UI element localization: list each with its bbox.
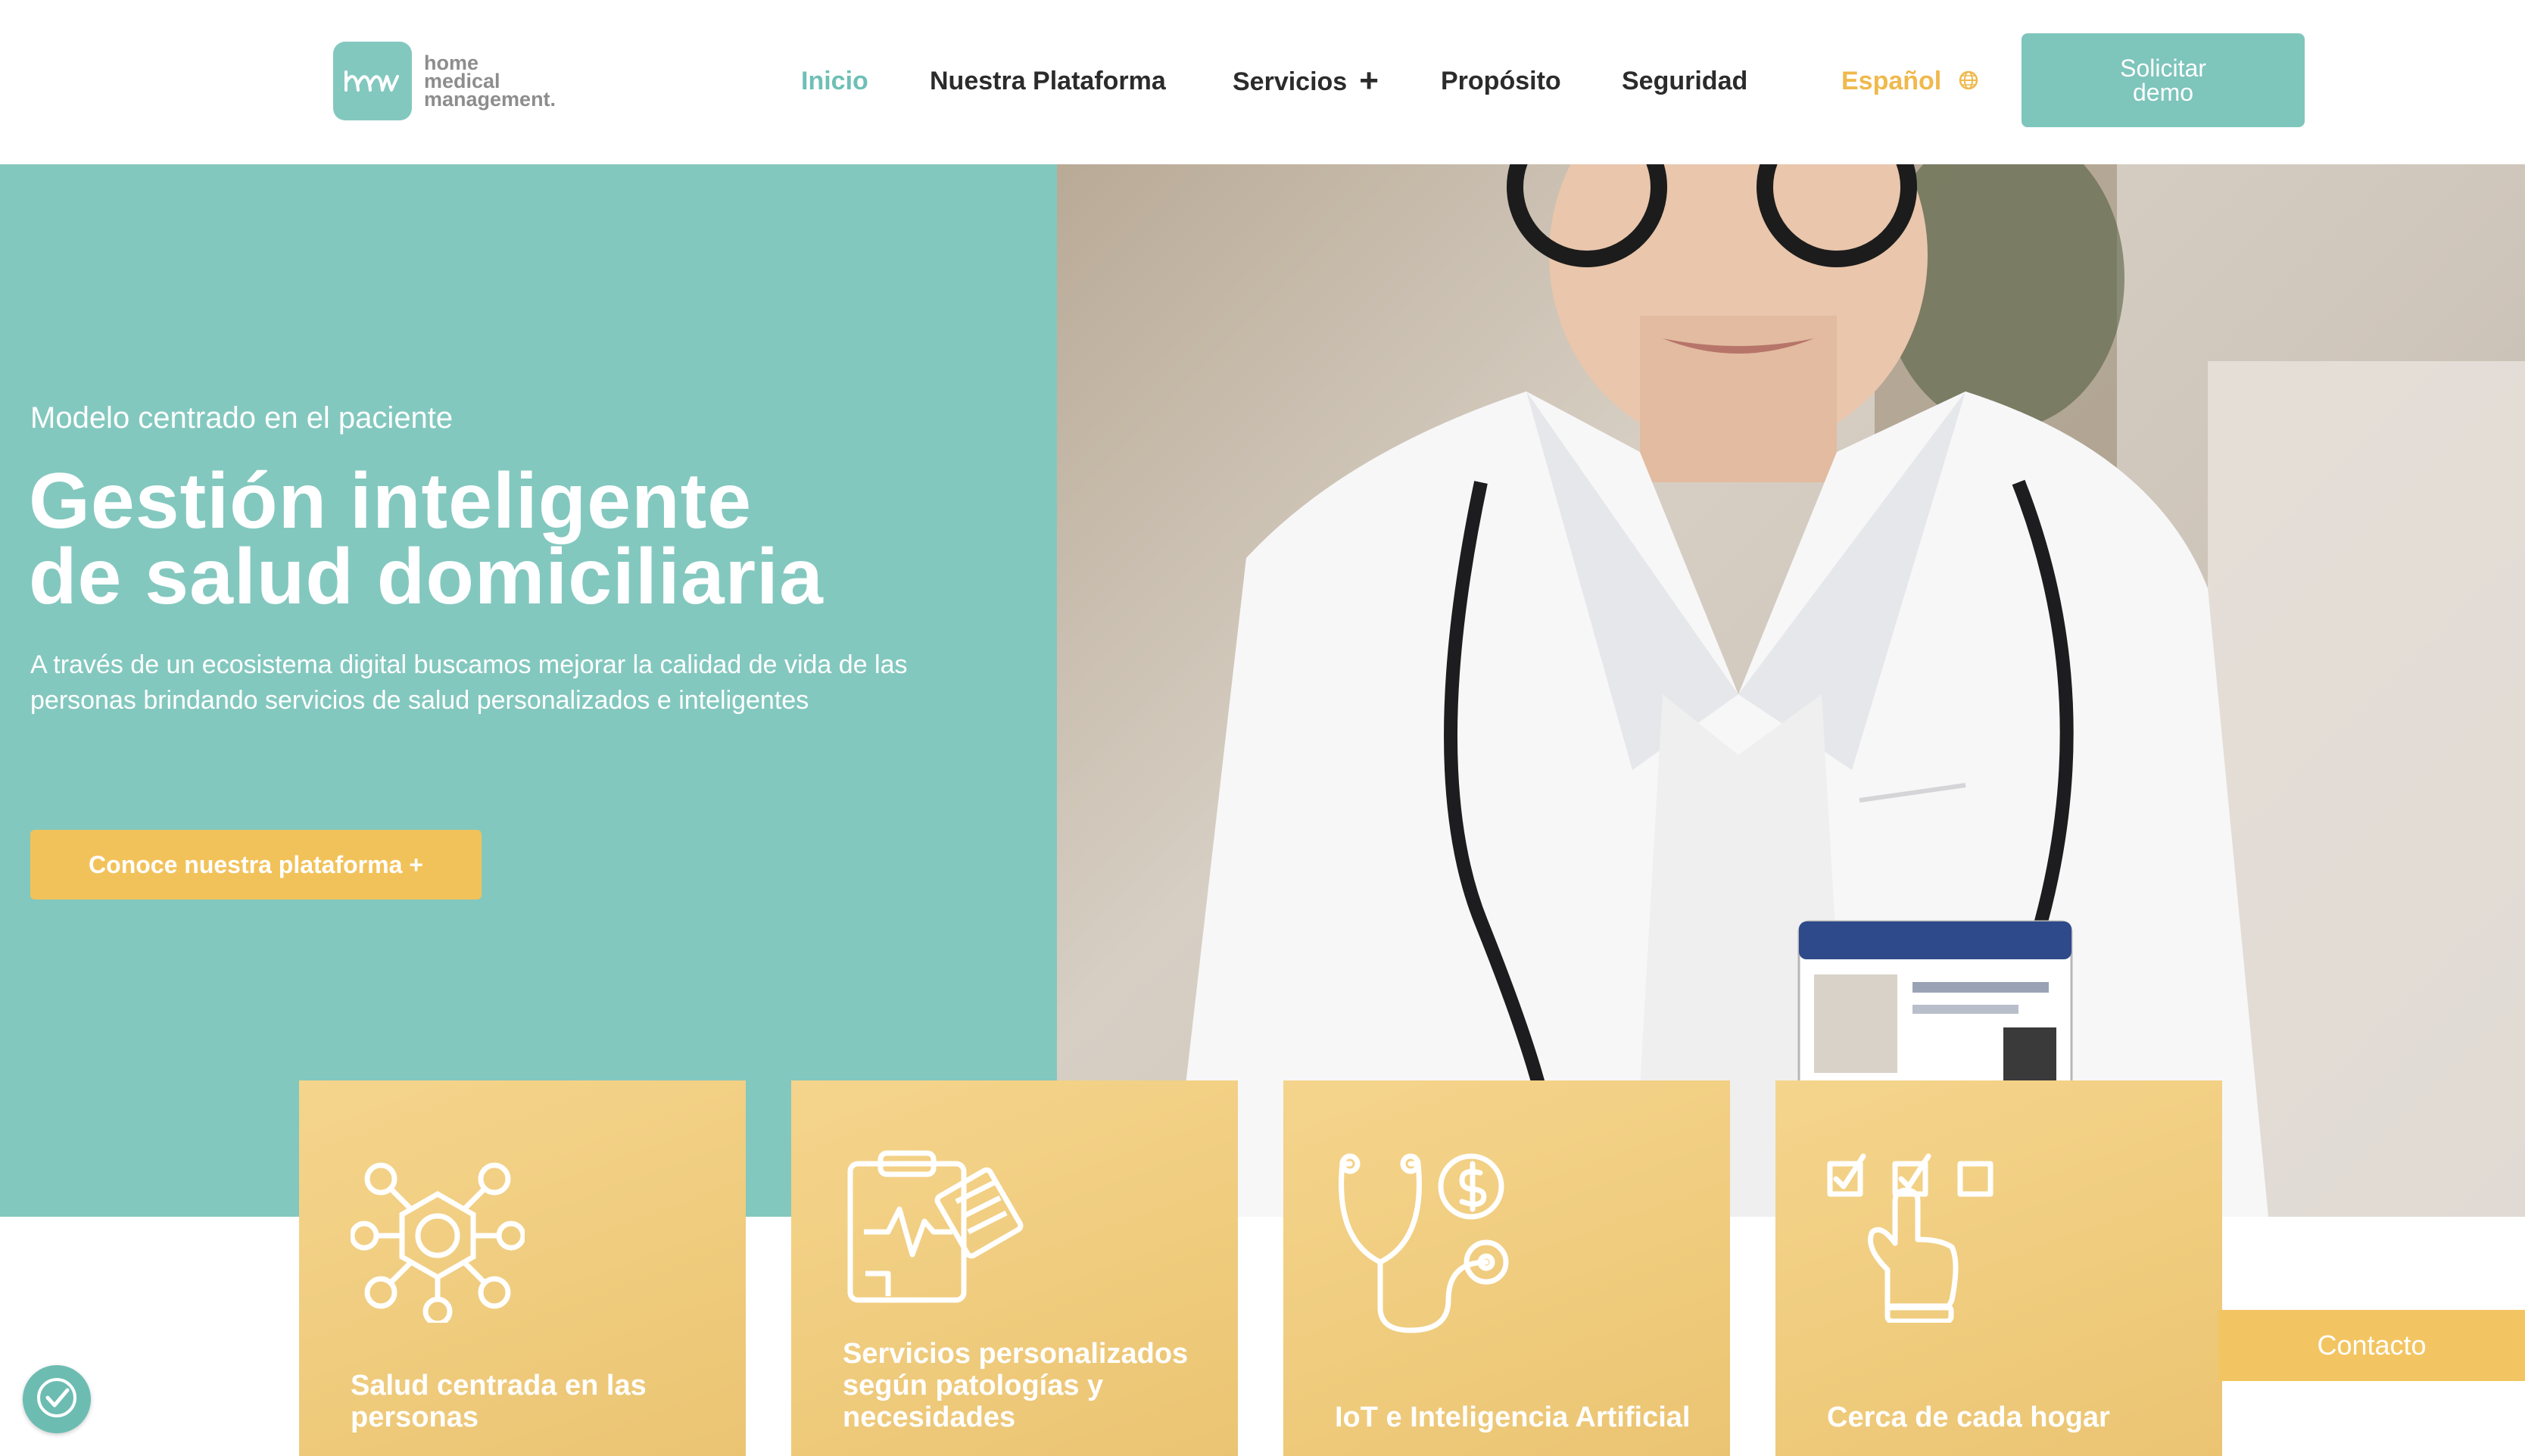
feature-card-label: Salud centrada en las personas [351, 1370, 647, 1433]
hero-subtitle: Modelo centrado en el paciente [30, 401, 454, 435]
nav-item-servicios[interactable]: Servicios + [1233, 62, 1379, 101]
hero-doctor-image [1057, 164, 2525, 1217]
hero-description: A través de un ecosistema digital buscam… [30, 650, 908, 715]
site-header: home medical management. Inicio Nuestra … [0, 0, 2525, 164]
cookie-check-icon [34, 1375, 79, 1424]
stethoscope-icon [1335, 1149, 1517, 1342]
logo-mark-icon [333, 42, 412, 120]
nav-item-inicio[interactable]: Inicio [801, 62, 868, 100]
feature-card-servicios[interactable]: Servicios personalizados según patología… [791, 1080, 1238, 1456]
feature-card-iot[interactable]: IoT e Inteligencia Artificial [1283, 1080, 1730, 1456]
network-icon [349, 1149, 526, 1327]
nav-item-servicios-label: Servicios [1233, 67, 1348, 96]
logo-text-line: management. [424, 88, 556, 111]
request-demo-label: Solicitar [2120, 55, 2206, 82]
feature-card-label: Cerca de cada hogar [1827, 1401, 2110, 1433]
nav-item-seguridad[interactable]: Seguridad [1622, 62, 1747, 100]
request-demo-button[interactable]: Solicitar demo [2022, 33, 2305, 127]
cookie-settings-button[interactable] [23, 1365, 91, 1433]
language-label: Español [1841, 67, 1942, 95]
checklist-hand-icon [1827, 1149, 2009, 1327]
clipboard-icon [843, 1149, 1024, 1311]
feature-card-hogar[interactable]: Cerca de cada hogar [1775, 1080, 2222, 1456]
feature-card-label: Servicios personalizados según patología… [843, 1338, 1189, 1433]
hero-title-line: de salud domiciliaria [29, 533, 824, 621]
nav-item-plataforma[interactable]: Nuestra Plataforma [930, 62, 1166, 100]
nav-item-proposito[interactable]: Propósito [1441, 62, 1561, 100]
hero-title-line: Gestión inteligente [29, 457, 753, 545]
globe-icon [1958, 64, 1979, 101]
logo-text: home medical management. [424, 53, 556, 111]
request-demo-label: demo [2132, 79, 2194, 106]
language-selector[interactable]: Español [1841, 62, 1979, 101]
feature-card-personas[interactable]: Salud centrada en las personas [299, 1080, 746, 1456]
logo[interactable]: home medical management. [333, 42, 556, 120]
hero-title: Gestión inteligente de salud domiciliari… [29, 457, 824, 621]
platform-cta-button[interactable]: Conoce nuestra plataforma + [30, 830, 482, 899]
contact-button[interactable]: Contacto [2218, 1310, 2525, 1381]
plus-icon: + [1359, 62, 1379, 99]
feature-card-label: IoT e Inteligencia Artificial [1335, 1401, 1691, 1433]
